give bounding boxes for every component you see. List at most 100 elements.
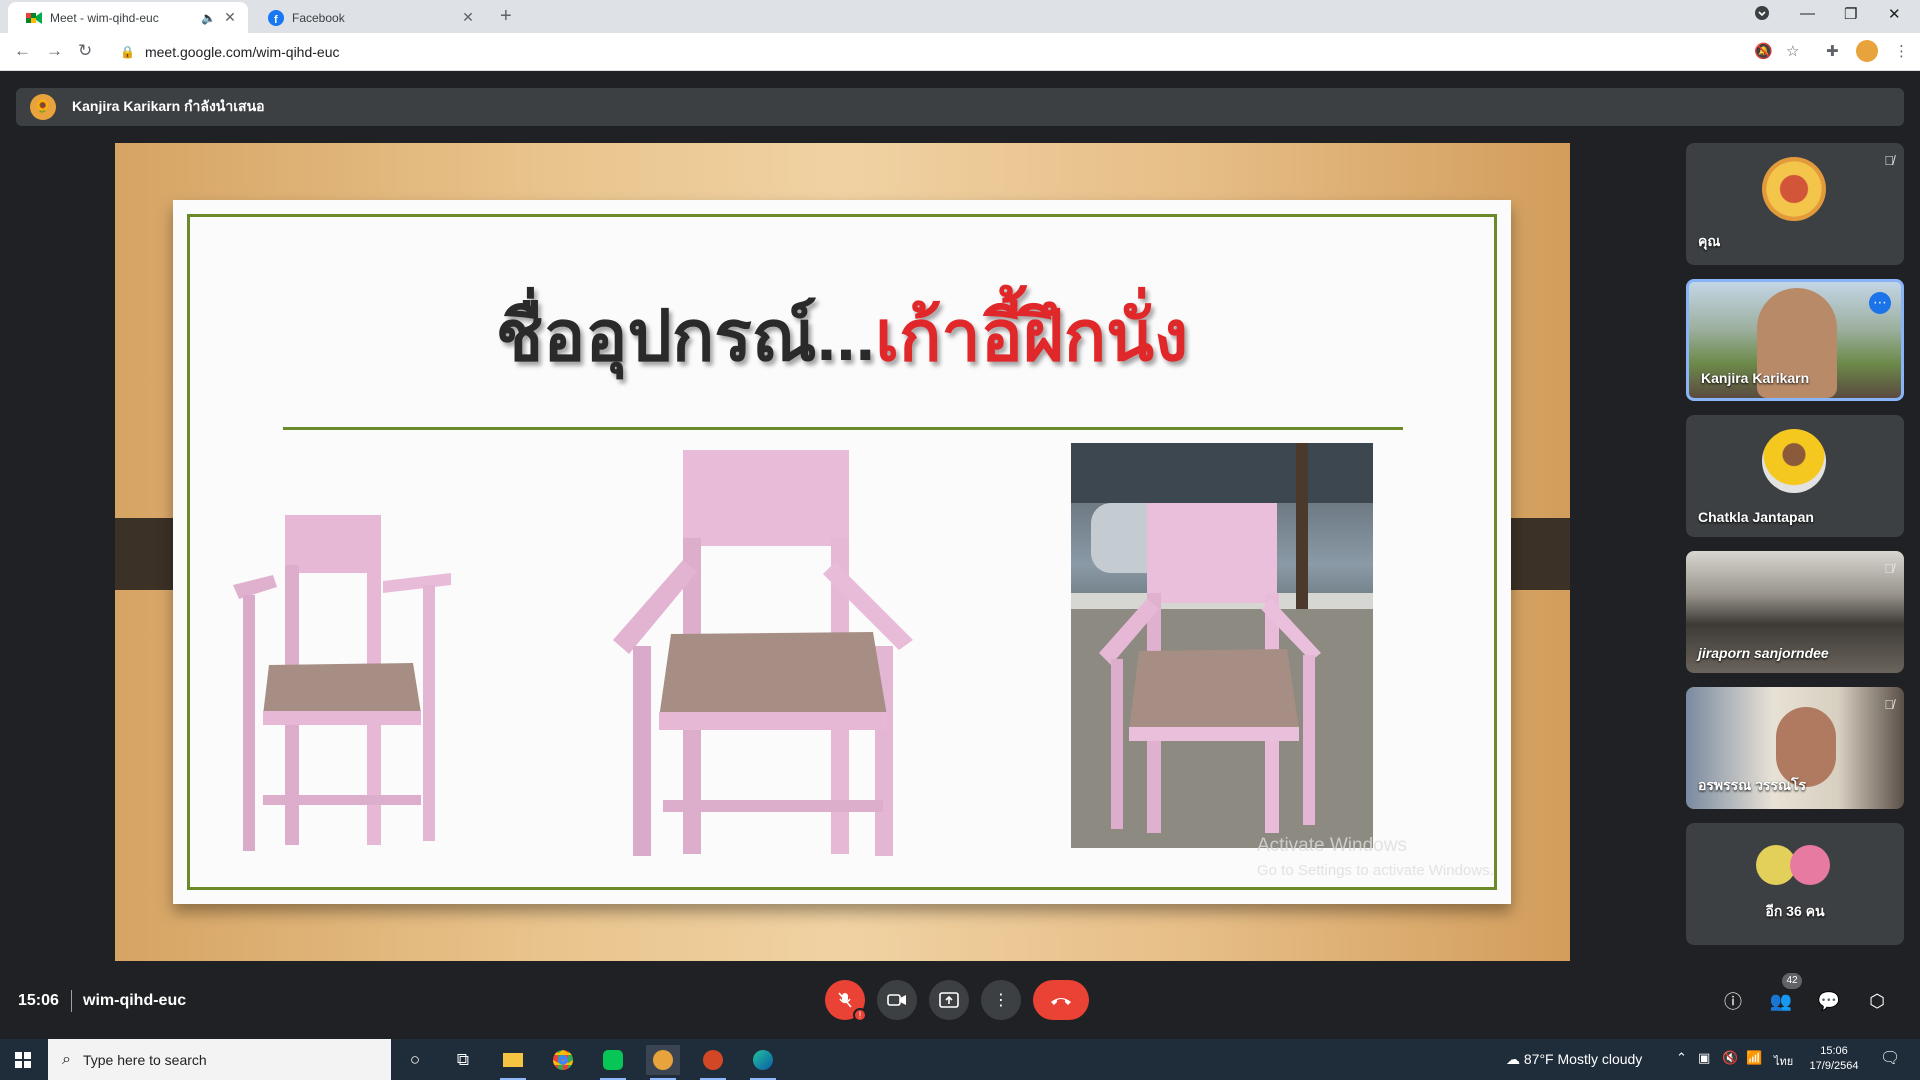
present-button[interactable] — [929, 980, 969, 1020]
chair-image-1 — [233, 515, 451, 851]
lock-icon[interactable]: 🔒 — [120, 45, 135, 59]
line-app-icon[interactable] — [596, 1045, 630, 1080]
meeting-time: 15:06 — [18, 992, 59, 1009]
mic-toggle-button[interactable]: ! — [825, 980, 867, 1022]
svg-text:f: f — [274, 14, 278, 26]
participant-tile-jiraporn[interactable]: 🎙̸ jiraporn sanjorndee — [1686, 551, 1904, 673]
participant-name: Chatkla Jantapan — [1698, 509, 1814, 525]
slide-title: ชื่ออุปกรณ์...เก้าอี้ฝึกนั่ง — [173, 280, 1511, 391]
close-tab-icon[interactable]: ✕ — [460, 9, 476, 26]
chrome-profile-icon[interactable] — [646, 1045, 680, 1080]
meet-stage: 🌻 Kanjira Karikarn กำลังนำเสนอ ชื่ออุปกร… — [0, 71, 1920, 1039]
cloud-icon: ☁ — [1506, 1051, 1524, 1067]
network-monitor-icon[interactable]: ▣ — [1698, 1050, 1710, 1066]
participant-name: อรพรรณ วรรณโร — [1698, 777, 1807, 793]
volume-muted-icon[interactable]: 🔇 — [1722, 1050, 1738, 1066]
tab-facebook[interactable]: f Facebook ✕ — [250, 2, 486, 33]
task-view-icon[interactable]: ⧉ — [446, 1045, 480, 1075]
more-options-button[interactable]: ⋮ — [981, 980, 1021, 1020]
tab-meet-title: Meet - wim-qihd-euc — [50, 10, 159, 25]
extensions-icon[interactable]: ✚ — [1826, 42, 1839, 60]
presenter-banner-text: Kanjira Karikarn กำลังนำเสนอ — [72, 98, 265, 114]
participant-tile-kanjira[interactable]: ⋯ Kanjira Karikarn — [1686, 279, 1904, 401]
browser-menu-icon[interactable]: ⋮ — [1894, 42, 1909, 60]
minimize-icon[interactable]: — — [1800, 5, 1815, 22]
close-window-icon[interactable]: ✕ — [1888, 5, 1901, 23]
slide-title-prefix: ชื่ออุปกรณ์... — [495, 297, 876, 375]
address-bar: ← → ↻ 🔒 meet.google.com/wim-qihd-euc 🔕 ☆… — [0, 33, 1920, 71]
chair-image-2 — [613, 450, 913, 856]
tab-search-icon[interactable] — [1754, 5, 1770, 25]
chrome-icon[interactable] — [546, 1045, 580, 1075]
slide-paper: ชื่ออุปกรณ์...เก้าอี้ฝึกนั่ง — [173, 200, 1511, 904]
people-icon[interactable]: 👥 — [1768, 988, 1794, 1014]
hang-up-icon — [1051, 998, 1071, 1005]
activate-windows-title: Activate Windows — [1257, 835, 1407, 856]
input-language[interactable]: ไทย — [1774, 1052, 1793, 1070]
warning-icon: ! — [853, 1008, 867, 1022]
browser-tab-bar: Meet - wim-qihd-euc 🔈 ✕ f Facebook ✕ + —… — [0, 0, 1920, 33]
presenter-banner: 🌻 Kanjira Karikarn กำลังนำเสนอ — [16, 88, 1904, 126]
participant-tile-others[interactable]: อีก 36 คน — [1686, 823, 1904, 945]
profile-avatar[interactable] — [1856, 40, 1878, 62]
activities-icon[interactable]: ⬡ — [1864, 988, 1890, 1014]
taskbar-search-placeholder: Type here to search — [82, 1051, 207, 1068]
mic-off-icon: 🎙̸ — [1884, 561, 1894, 576]
slide-divider — [283, 427, 1403, 430]
divider — [71, 990, 72, 1012]
meeting-details-icon[interactable]: ⓘ — [1720, 988, 1746, 1014]
taskbar-search-box[interactable]: ⌕ Type here to search — [48, 1039, 391, 1080]
new-tab-button[interactable]: + — [500, 5, 512, 28]
windows-taskbar: ⌕ Type here to search ○ ⧉ ☁ 87°F Mostly … — [0, 1039, 1920, 1080]
more-vert-icon: ⋮ — [993, 992, 1009, 1009]
notifications-blocked-icon[interactable]: 🔕 — [1754, 42, 1773, 60]
restore-icon[interactable]: ❐ — [1844, 5, 1857, 23]
avatar — [1762, 157, 1826, 221]
participant-tile-orapan[interactable]: 🎙̸ อรพรรณ วรรณโร — [1686, 687, 1904, 809]
back-icon[interactable]: ← — [14, 41, 31, 61]
google-meet-icon — [26, 10, 42, 26]
avatar — [1762, 429, 1826, 493]
bookmark-star-icon[interactable]: ☆ — [1786, 42, 1799, 60]
meeting-code: wim-qihd-euc — [83, 992, 187, 1009]
omnibox[interactable]: 🔒 meet.google.com/wim-qihd-euc — [110, 38, 1750, 66]
participant-name: อีก 36 คน — [1765, 903, 1825, 919]
participant-name: Kanjira Karikarn — [1701, 370, 1810, 386]
activate-windows-subtitle: Go to Settings to activate Windows. — [1257, 862, 1494, 879]
close-tab-icon[interactable]: ✕ — [222, 9, 238, 26]
powerpoint-icon[interactable] — [696, 1045, 730, 1080]
avatar — [1790, 845, 1830, 885]
reload-icon[interactable]: ↻ — [78, 41, 92, 61]
facebook-icon: f — [268, 9, 284, 26]
search-icon: ⌕ — [62, 1050, 71, 1068]
participant-tile-chatkla[interactable]: Chatkla Jantapan — [1686, 415, 1904, 537]
notification-center-icon[interactable]: 🗨 — [1880, 1048, 1900, 1068]
camera-icon — [887, 994, 906, 1006]
chat-icon[interactable]: 💬 — [1816, 988, 1842, 1014]
show-hidden-icons-icon[interactable]: ⌃ — [1676, 1050, 1687, 1066]
people-count-badge: 42 — [1782, 973, 1802, 989]
speaker-icon[interactable]: 🔈 — [201, 11, 216, 25]
mic-off-icon — [838, 992, 852, 1008]
clock-date: 17/9/2564 — [1809, 1060, 1859, 1072]
weather-widget[interactable]: ☁ 87°F Mostly cloudy — [1506, 1051, 1642, 1068]
leave-call-button[interactable] — [1033, 980, 1089, 1020]
file-explorer-icon[interactable] — [496, 1045, 530, 1080]
tab-facebook-title: Facebook — [292, 10, 345, 25]
cortana-icon[interactable]: ○ — [398, 1045, 432, 1075]
windows-start-icon[interactable] — [0, 1039, 46, 1080]
participant-tile-self[interactable]: 🎙̸ คุณ — [1686, 143, 1904, 265]
forward-icon[interactable]: → — [46, 41, 63, 61]
tab-meet[interactable]: Meet - wim-qihd-euc 🔈 ✕ — [8, 2, 248, 33]
mic-off-icon: 🎙̸ — [1884, 697, 1894, 712]
edge-icon[interactable] — [746, 1045, 780, 1080]
more-options-icon[interactable]: ⋯ — [1869, 292, 1891, 314]
weather-text: 87°F Mostly cloudy — [1523, 1051, 1643, 1067]
present-screen-icon — [939, 992, 959, 1008]
camera-toggle-button[interactable] — [877, 980, 917, 1020]
chair-photo-image — [1071, 443, 1373, 848]
participant-name: คุณ — [1698, 233, 1721, 249]
participant-name: jiraporn sanjorndee — [1698, 645, 1829, 661]
taskbar-clock[interactable]: 15:06 17/9/2564 — [1808, 1044, 1860, 1074]
wifi-icon[interactable]: 📶 — [1746, 1050, 1762, 1066]
